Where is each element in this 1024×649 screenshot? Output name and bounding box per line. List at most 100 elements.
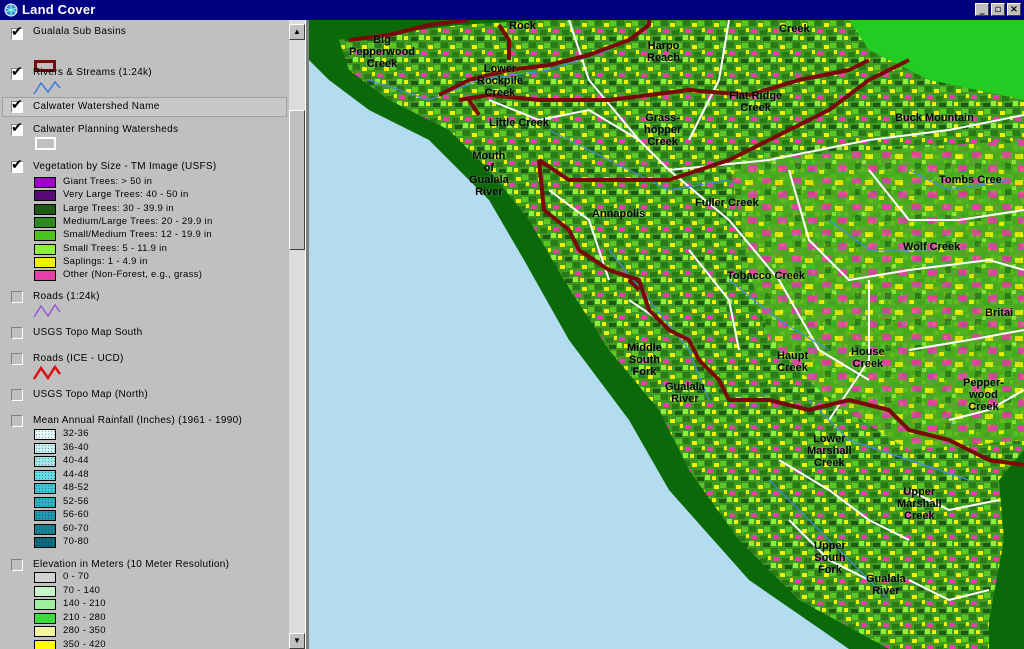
layer-name: Roads (ICE - UCD) xyxy=(33,353,124,364)
rainfall-class-swatch xyxy=(34,442,56,454)
globe-app-icon xyxy=(4,3,18,17)
watershed-name-label: Fuller Creek xyxy=(695,197,759,209)
elevation-class-label: 210 - 280 xyxy=(63,611,106,623)
checkmark-icon: ✔ xyxy=(11,157,23,173)
watershed-name-label: Wolf Creek xyxy=(903,241,961,253)
elevation-class-swatch xyxy=(34,612,56,624)
watershed-name-label: Upper South Fork xyxy=(814,540,846,576)
layer-visibility-checkbox[interactable] xyxy=(11,327,23,339)
elevation-class-label: 350 - 420 xyxy=(63,638,106,649)
layer-visibility-checkbox[interactable]: ✔ xyxy=(11,24,23,40)
rainfall-class-swatch xyxy=(34,456,56,467)
watershed-name-label: Gualala River xyxy=(665,381,705,405)
layer-visibility-checkbox[interactable] xyxy=(11,389,23,401)
rainfall-class-label: 32-36 xyxy=(63,428,89,439)
layer-name: Mean Annual Rainfall (Inches) (1961 - 19… xyxy=(33,415,243,426)
scroll-up-button[interactable]: ▲ xyxy=(289,24,305,40)
layer-name: USGS Topo Map (North) xyxy=(33,389,149,400)
elevation-class-swatch xyxy=(34,626,56,637)
watershed-name-label: Mouth of Gualala River xyxy=(469,150,509,198)
checkmark-icon: ✔ xyxy=(11,97,23,113)
watershed-name-label: Lower Marshall Creek xyxy=(807,433,852,469)
road-red-line-icon xyxy=(33,365,61,381)
layer-calwater-watershed-name[interactable]: ✔ Calwater Watershed Name xyxy=(0,97,289,117)
layer-usgs-topo-north[interactable]: USGS Topo Map (North) xyxy=(0,386,289,406)
layer-visibility-checkbox[interactable]: ✔ xyxy=(11,97,23,113)
watershed-name-label: Grass- hopper Creek xyxy=(644,112,682,148)
layer-visibility-checkbox[interactable]: ✔ xyxy=(11,120,23,136)
watershed-name-label: House Creek xyxy=(851,346,885,370)
watershed-name-label: Middle South Fork xyxy=(627,342,662,378)
watershed-name-label: Big Pepperwood Creek xyxy=(349,34,416,70)
watershed-name-label: Annapolis xyxy=(592,208,646,220)
maximize-button[interactable]: ▫ xyxy=(991,3,1005,16)
vegetation-class-swatch xyxy=(34,216,56,228)
layer-name: USGS Topo Map South xyxy=(33,327,143,338)
layer-name: Rivers & Streams (1:24k) xyxy=(33,67,152,78)
layer-name: Gualala Sub Basins xyxy=(33,26,127,37)
vegetation-class-swatch xyxy=(34,190,56,202)
elevation-class-label: 280 - 350 xyxy=(63,625,106,636)
window-titlebar[interactable]: Land Cover _ ▫ × xyxy=(0,0,1024,20)
layer-visibility-checkbox[interactable] xyxy=(11,353,23,365)
elevation-class-swatch xyxy=(34,599,56,610)
vegetation-class-swatch xyxy=(34,243,56,255)
checkmark-icon: ✔ xyxy=(11,120,23,136)
layer-name: Calwater Planning Watersheds xyxy=(33,124,179,135)
vegetation-class-label: Other (Non-Forest, e.g., grass) xyxy=(63,269,203,281)
rainfall-class-label: 70-80 xyxy=(63,536,89,547)
layer-visibility-checkbox[interactable] xyxy=(11,291,23,303)
legend-panel: ✔ Gualala Sub Basins ✔ Rivers & Streams … xyxy=(0,20,289,649)
rainfall-class-label: 44-48 xyxy=(63,468,89,480)
scroll-thumb[interactable] xyxy=(289,110,305,250)
vegetation-class-label: Small Trees: 5 - 11.9 in xyxy=(63,242,168,254)
layer-visibility-checkbox[interactable]: ✔ xyxy=(11,64,23,80)
layer-gualala-sub-basins[interactable]: ✔ Gualala Sub Basins xyxy=(0,24,289,44)
elevation-class-swatch xyxy=(34,572,56,583)
watershed-name-label: Upper Marshall Creek xyxy=(897,486,942,522)
layer-name: Vegetation by Size - TM Image (USFS) xyxy=(33,161,217,172)
scroll-down-button[interactable]: ▼ xyxy=(289,633,305,649)
rainfall-class-label: 40-44 xyxy=(63,455,89,466)
elevation-class-label: 70 - 140 xyxy=(63,584,101,596)
layer-visibility-checkbox[interactable]: ✔ xyxy=(11,157,23,173)
layer-usgs-topo-south[interactable]: USGS Topo Map South xyxy=(0,324,289,344)
elevation-class-label: 140 - 210 xyxy=(63,598,106,609)
legend-scrollbar[interactable]: ▲ ▼ xyxy=(289,20,305,649)
vegetation-class-label: Large Trees: 30 - 39.9 in xyxy=(63,202,175,214)
checkmark-icon: ✔ xyxy=(11,64,23,80)
stream-line-icon xyxy=(33,80,61,95)
vegetation-class-swatch xyxy=(34,270,56,282)
elevation-class-swatch xyxy=(34,585,56,597)
rainfall-class-swatch xyxy=(34,537,56,548)
vegetation-class-label: Saplings: 1 - 4.9 in xyxy=(63,255,148,267)
map-view[interactable]: Rock Creek Big Pepperwood Creek Harpo Reach… xyxy=(309,20,1024,649)
layer-vegetation-by-size[interactable]: ✔ Vegetation by Size - TM Image (USFS) xyxy=(0,157,289,178)
vegetation-class-swatch xyxy=(34,203,56,215)
minimize-button[interactable]: _ xyxy=(975,3,989,16)
layer-name: Calwater Watershed Name xyxy=(33,101,160,112)
rainfall-class-label: 52-56 xyxy=(63,495,89,507)
layer-name: Elevation in Meters (10 Meter Resolution… xyxy=(33,559,230,570)
watershed-name-label: Rock xyxy=(509,20,536,32)
watershed-name-label: Tobacco Creek xyxy=(727,270,806,282)
watershed-name-label: Lower Rockpile Creek xyxy=(477,63,523,99)
rainfall-class-swatch xyxy=(34,429,56,440)
layer-visibility-checkbox[interactable] xyxy=(11,559,23,571)
close-button[interactable]: × xyxy=(1007,3,1021,16)
rainfall-class-label: 56-60 xyxy=(63,509,89,520)
watershed-name-label: Harpo Reach xyxy=(647,40,681,64)
rainfall-class-label: 48-52 xyxy=(63,482,89,493)
elevation-class-swatch xyxy=(34,639,56,649)
watershed-name-label: Tombs Cree xyxy=(939,174,1002,186)
rainfall-class-swatch xyxy=(34,496,56,508)
vegetation-class-swatch xyxy=(34,256,56,268)
rainfall-class-swatch xyxy=(34,523,56,535)
watershed-name-label: Buck Mountain xyxy=(895,112,974,124)
white-polygon-symbol-icon xyxy=(35,137,56,150)
watershed-name-label: Britai xyxy=(985,307,1014,319)
watershed-name-label: Haupt Creek xyxy=(777,350,809,374)
vegetation-class-label: Medium/Large Trees: 20 - 29.9 in xyxy=(63,215,213,227)
layer-visibility-checkbox[interactable] xyxy=(11,415,23,427)
window-title: Land Cover xyxy=(22,2,96,17)
